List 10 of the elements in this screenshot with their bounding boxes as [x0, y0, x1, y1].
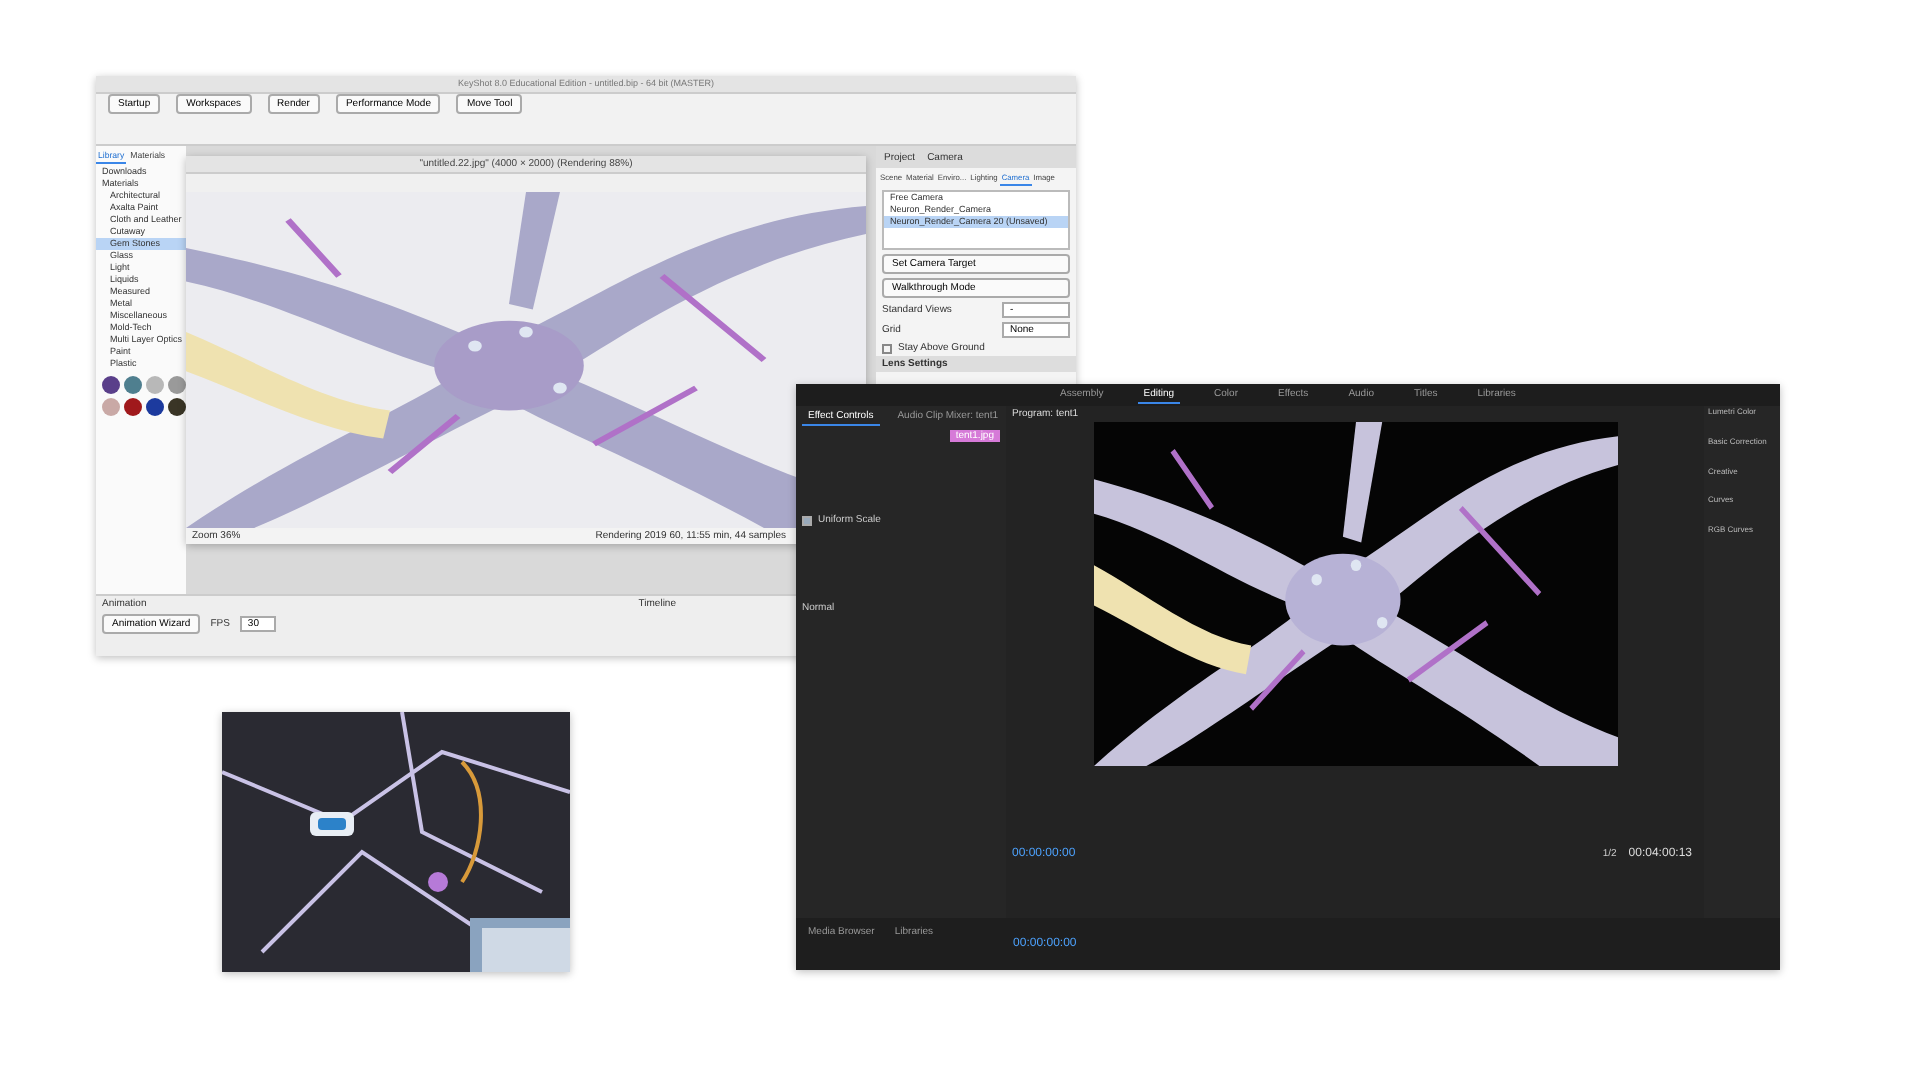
checkbox[interactable] — [802, 515, 812, 525]
material-swatch[interactable] — [124, 398, 142, 416]
material-swatch[interactable] — [124, 376, 142, 394]
material-swatch[interactable] — [146, 376, 164, 394]
material-swatch[interactable] — [102, 376, 120, 394]
material-swatch[interactable] — [168, 398, 186, 416]
material-swatch[interactable] — [168, 376, 186, 394]
material-swatch[interactable] — [146, 398, 164, 416]
material-swatch[interactable] — [102, 398, 120, 416]
checkbox[interactable] — [882, 343, 892, 353]
